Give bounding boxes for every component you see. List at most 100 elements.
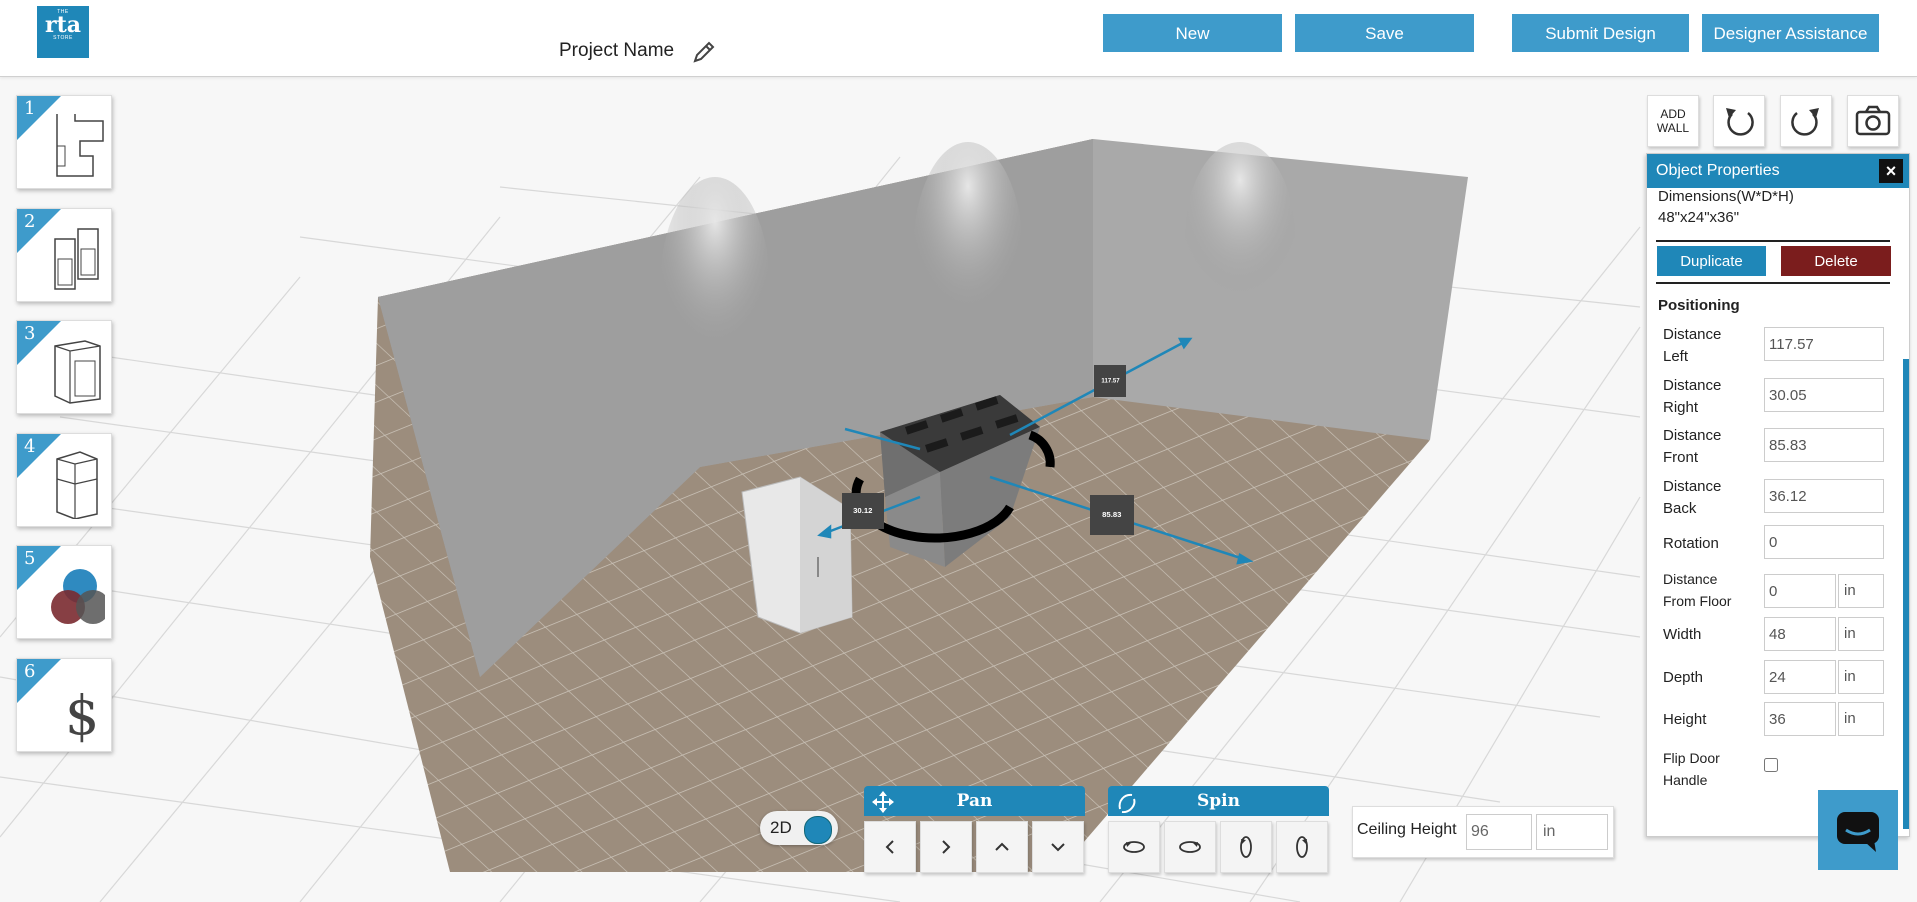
- 3d-viewport[interactable]: 117.57 85.83 30.12: [0, 77, 1917, 902]
- step-number: 4: [24, 436, 36, 457]
- distance-from-floor-input[interactable]: [1764, 574, 1836, 608]
- width-input[interactable]: [1764, 617, 1836, 651]
- chat-icon: [1837, 812, 1879, 852]
- spin-left-icon: [1123, 841, 1145, 853]
- pan-label: Pan: [956, 791, 993, 811]
- spin-label: Spin: [1197, 791, 1240, 811]
- toggle-knob: [804, 816, 832, 844]
- flip-door-handle-checkbox[interactable]: [1764, 758, 1778, 772]
- object-properties-panel: Object Properties × Dimensions(W*D*H) 48…: [1646, 153, 1910, 837]
- step-number: 2: [24, 211, 36, 232]
- pan-left-icon: [885, 840, 894, 854]
- height-unit-select[interactable]: in: [1838, 702, 1884, 736]
- spin-header: Spin: [1108, 786, 1329, 816]
- distance-front-label: Distance Front: [1663, 427, 1722, 466]
- ceiling-height-label: Ceiling Height: [1357, 821, 1457, 838]
- svg-text:$: $: [65, 684, 99, 744]
- properties-scrollbar[interactable]: [1903, 359, 1909, 829]
- pencil-icon[interactable]: [690, 38, 718, 66]
- step-6-pricing[interactable]: 6 $: [16, 658, 112, 752]
- distance-left-input[interactable]: [1764, 327, 1884, 361]
- distance-back-input[interactable]: [1764, 479, 1884, 513]
- distance-right-input[interactable]: [1764, 378, 1884, 412]
- step-5-finishes[interactable]: 5: [16, 545, 112, 639]
- pan-right-icon: [942, 840, 951, 854]
- divider: [1656, 240, 1890, 242]
- color-finish-icon: [51, 569, 105, 624]
- pan-up-icon: [995, 842, 1009, 851]
- view-2d-toggle[interactable]: 2D: [760, 811, 838, 845]
- step-number: 3: [24, 323, 36, 344]
- add-wall-button[interactable]: ADD WALL: [1647, 95, 1699, 147]
- dollar-icon: $: [65, 684, 99, 744]
- submit-design-button[interactable]: Submit Design: [1512, 14, 1689, 52]
- tilt-down-icon: [1296, 836, 1308, 858]
- distance-front-input[interactable]: [1764, 428, 1884, 462]
- step-1-floorplan[interactable]: 1: [16, 95, 112, 189]
- step-2-wall-cabinets[interactable]: 2: [16, 208, 112, 302]
- step-number: 1: [24, 98, 36, 119]
- distance-right-label: Distance Right: [1663, 377, 1722, 416]
- step-3-base-cabinet[interactable]: 3: [16, 320, 112, 414]
- ceiling-unit-select[interactable]: in: [1536, 814, 1608, 850]
- distance-from-floor-label: Distance From Floor: [1663, 571, 1732, 609]
- floorplan-icon: [56, 114, 104, 177]
- rotation-input[interactable]: [1764, 525, 1884, 559]
- spin-left-button[interactable]: [1108, 821, 1160, 873]
- undo-button[interactable]: [1713, 95, 1765, 147]
- add-wall-label: ADD WALL: [1656, 107, 1690, 135]
- undo-icon: [1726, 108, 1754, 136]
- depth-label: Depth: [1663, 669, 1704, 686]
- base-cabinet-icon: [54, 340, 101, 404]
- depth-unit-select[interactable]: in: [1838, 660, 1884, 694]
- designer-assistance-button[interactable]: Designer Assistance: [1702, 14, 1879, 52]
- redo-button[interactable]: [1780, 95, 1832, 147]
- wall-cabinets-icon: [54, 228, 99, 290]
- pan-down-icon: [1051, 843, 1065, 852]
- dimension-label-left: 30.12: [842, 493, 884, 529]
- width-label: Width: [1663, 626, 1702, 643]
- room-render: [0, 77, 1917, 902]
- pan-down-button[interactable]: [1032, 821, 1084, 873]
- close-icon[interactable]: ×: [1879, 159, 1903, 183]
- pan-left-button[interactable]: [864, 821, 916, 873]
- top-header: THE rta STORE Project Name New Save Subm…: [0, 0, 1917, 77]
- project-name: Project Name: [559, 40, 675, 61]
- flip-door-handle-label: Flip Door Handle: [1663, 750, 1720, 788]
- height-input[interactable]: [1764, 702, 1836, 736]
- step-number: 5: [24, 548, 36, 569]
- rotation-label: Rotation: [1663, 535, 1719, 552]
- screenshot-button[interactable]: [1847, 95, 1899, 147]
- ceiling-height-control: Ceiling Height in: [1352, 806, 1614, 858]
- step-4-appliances[interactable]: 4: [16, 433, 112, 527]
- height-label: Height: [1663, 711, 1707, 728]
- width-unit-select[interactable]: in: [1838, 617, 1884, 651]
- positioning-heading: Positioning: [1658, 297, 1740, 314]
- move-icon: [872, 791, 894, 813]
- dimension-label-front: 85.83: [1090, 495, 1134, 535]
- floor-unit-select[interactable]: in: [1838, 574, 1884, 608]
- tilt-up-button[interactable]: [1220, 821, 1272, 873]
- spin-right-button[interactable]: [1164, 821, 1216, 873]
- pan-header: Pan: [864, 786, 1085, 816]
- spin-icon: [1118, 793, 1136, 813]
- distance-back-label: Distance Back: [1663, 478, 1722, 517]
- step-number: 6: [24, 661, 36, 682]
- tilt-down-button[interactable]: [1276, 821, 1328, 873]
- duplicate-button[interactable]: Duplicate: [1657, 246, 1766, 276]
- pan-right-button[interactable]: [920, 821, 972, 873]
- toggle-label: 2D: [770, 818, 792, 837]
- delete-button[interactable]: Delete: [1781, 246, 1891, 276]
- save-button[interactable]: Save: [1295, 14, 1474, 52]
- ceiling-height-input[interactable]: [1466, 814, 1532, 850]
- refrigerator-icon: [56, 451, 98, 519]
- dimension-label-right: 117.57: [1094, 365, 1126, 397]
- chat-button[interactable]: [1818, 790, 1898, 870]
- pan-up-button[interactable]: [976, 821, 1028, 873]
- new-button[interactable]: New: [1103, 14, 1282, 52]
- dimensions-value: 48"x24"x36": [1658, 209, 1740, 226]
- depth-input[interactable]: [1764, 660, 1836, 694]
- rta-store-logo[interactable]: THE rta STORE: [37, 6, 89, 58]
- tilt-up-icon: [1240, 836, 1252, 858]
- divider: [1656, 282, 1890, 284]
